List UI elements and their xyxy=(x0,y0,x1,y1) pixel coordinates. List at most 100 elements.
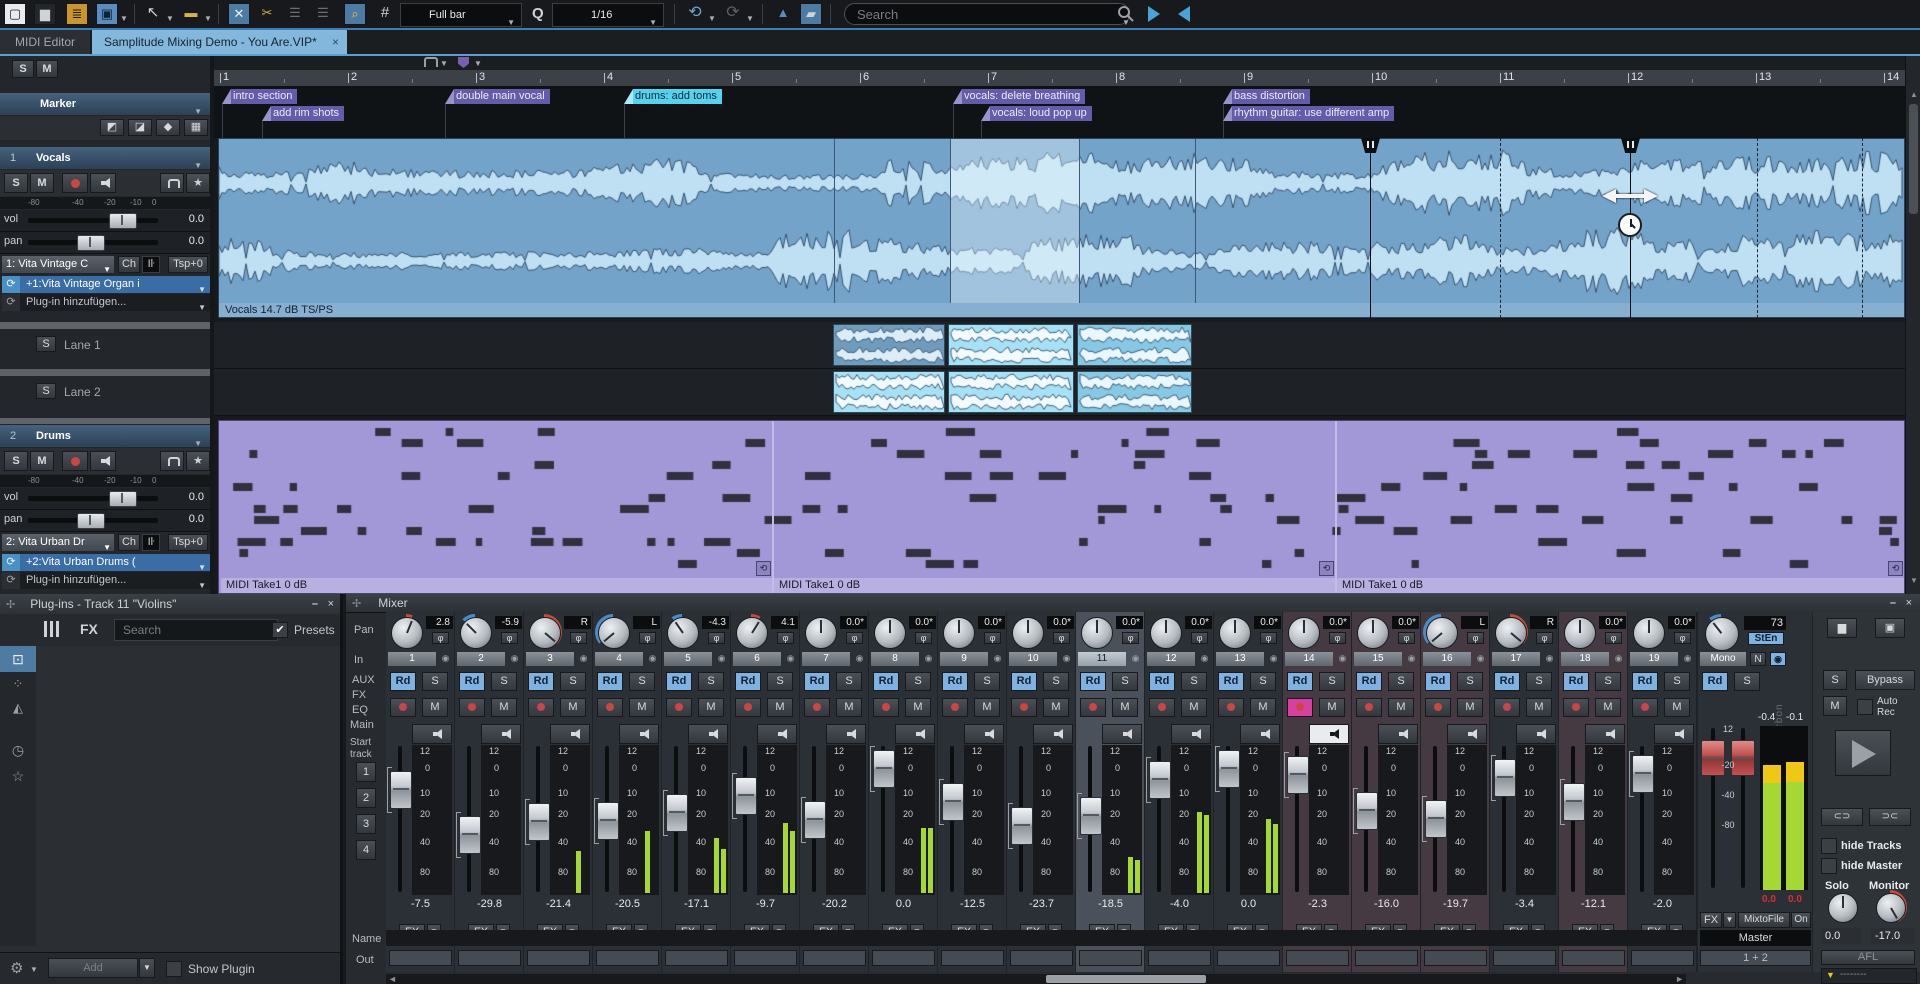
mixer-channel-strip[interactable]: 0.0*φ18◉RdSM12010204080-12.1FX▼ xyxy=(1559,612,1628,972)
lane-take-clip[interactable] xyxy=(948,371,1074,413)
input-monitor-icon[interactable]: ◉ xyxy=(714,652,729,666)
pan-knob[interactable] xyxy=(595,614,631,650)
transpose-button[interactable]: Tsp+0 xyxy=(168,534,208,551)
master-fader-left[interactable] xyxy=(1701,740,1725,776)
channel-monitor-button[interactable] xyxy=(757,724,797,744)
track-record-button[interactable] xyxy=(62,451,88,471)
volume-fader[interactable] xyxy=(1287,756,1309,794)
channel-monitor-button[interactable] xyxy=(1240,724,1280,744)
out-select[interactable] xyxy=(596,950,659,966)
track-pan-slider[interactable] xyxy=(77,235,105,251)
solo-button[interactable]: S xyxy=(1319,672,1345,691)
out-select[interactable] xyxy=(389,950,452,966)
record-button[interactable] xyxy=(459,698,485,717)
bypass-button[interactable]: Bypass xyxy=(1855,670,1915,690)
channel-monitor-button[interactable] xyxy=(1102,724,1142,744)
align-group-icon[interactable]: ☰ xyxy=(312,3,334,25)
pan-knob[interactable] xyxy=(802,614,838,650)
mixer-channel-strip[interactable]: Rφ3◉RdSM12010204080-21.4FX▼ xyxy=(524,612,593,972)
out-select[interactable] xyxy=(527,950,590,966)
mute-button[interactable]: M xyxy=(491,698,517,717)
start-track-button[interactable]: 2 xyxy=(356,788,376,808)
out-select[interactable] xyxy=(941,950,1004,966)
record-ready-button[interactable]: Rd xyxy=(528,672,554,691)
phase-button[interactable]: φ xyxy=(570,632,587,644)
phase-button[interactable]: φ xyxy=(1467,632,1484,644)
volume-fader[interactable] xyxy=(942,783,964,821)
phase-button[interactable]: φ xyxy=(432,632,449,644)
cursor-tool-icon[interactable]: ↖ xyxy=(142,3,164,25)
align-objects-icon[interactable]: ☰ xyxy=(284,3,306,25)
load-mixer-icon[interactable]: ▆ xyxy=(1827,618,1857,638)
pan-knob[interactable] xyxy=(1078,614,1114,650)
clip-grip-icon[interactable]: ⟲ xyxy=(756,561,771,576)
mixer-channel-strip[interactable]: 0.0*φ19◉RdSM12010204080-2.0FX▼ xyxy=(1628,612,1697,972)
search-next-icon[interactable] xyxy=(1148,6,1160,22)
record-button[interactable] xyxy=(1563,698,1589,717)
marker-list-icon[interactable]: ▦ xyxy=(184,119,208,136)
snap-magnet-icon[interactable]: ⌕ xyxy=(344,3,366,25)
phase-button[interactable]: φ xyxy=(1191,632,1208,644)
phase-button[interactable]: φ xyxy=(984,632,1001,644)
mute-button[interactable]: M xyxy=(1250,698,1276,717)
phase-button[interactable]: φ xyxy=(915,632,932,644)
mute-button[interactable]: M xyxy=(767,698,793,717)
record-button[interactable] xyxy=(1494,698,1520,717)
phase-button[interactable]: φ xyxy=(501,632,518,644)
volume-fader[interactable] xyxy=(1149,761,1171,799)
mixer-channel-strip[interactable]: 4.1φ6◉RdSM12010204080-9.7FX▼ xyxy=(731,612,800,972)
out-select[interactable] xyxy=(665,950,728,966)
lane-take-clip[interactable] xyxy=(833,324,945,366)
record-ready-button[interactable]: Rd xyxy=(1702,672,1728,691)
plugin-dropdown-icon[interactable]: ▼ xyxy=(198,299,206,316)
instrument-plugin-row[interactable]: ⟳+2:Vita Urban Drums (▼ xyxy=(2,554,210,571)
mixer-channel-strip[interactable]: 0.0*φ11◉RdSM12010204080-18.5FX▼ xyxy=(1076,612,1145,972)
redo-icon[interactable]: ⟳ xyxy=(722,3,744,25)
record-button[interactable] xyxy=(735,698,761,717)
out-select[interactable] xyxy=(1148,950,1211,966)
snap-mode-select[interactable]: Full bar ▼ xyxy=(400,3,522,27)
phase-button[interactable]: φ xyxy=(777,632,794,644)
volume-fader[interactable] xyxy=(528,803,550,841)
mute-button[interactable]: M xyxy=(1112,698,1138,717)
master-out-select[interactable]: 1 + 2 xyxy=(1700,950,1811,966)
fx-dropdown-icon[interactable]: ▼ xyxy=(1723,912,1736,928)
channel-monitor-button[interactable] xyxy=(1654,724,1694,744)
monitor-knob[interactable] xyxy=(1873,890,1907,924)
volume-fader[interactable] xyxy=(873,750,895,788)
solo-button[interactable]: S xyxy=(1595,672,1621,691)
volume-fader[interactable] xyxy=(666,794,688,832)
record-ready-button[interactable]: Rd xyxy=(390,672,416,691)
pan-knob[interactable] xyxy=(1216,614,1252,650)
open-project-icon[interactable]: ▆ xyxy=(34,3,56,25)
lock-dropdown-icon[interactable]: ▼ xyxy=(440,59,448,68)
channel-monitor-button[interactable] xyxy=(895,724,935,744)
track-fav-button[interactable]: ★ xyxy=(186,173,210,193)
solo-button[interactable]: S xyxy=(1112,672,1138,691)
marker-out-icon[interactable]: ◪ xyxy=(128,119,152,136)
gear-icon[interactable]: ⚙ xyxy=(10,959,23,977)
scroll-up-icon[interactable]: ▲ xyxy=(1910,90,1918,99)
solo-button[interactable]: S xyxy=(1043,672,1069,691)
pan-knob[interactable] xyxy=(733,614,769,650)
master-pan-knob[interactable] xyxy=(1702,614,1740,652)
solo-button[interactable]: S xyxy=(836,672,862,691)
timeline-ruler[interactable]: 1234567891011121314 xyxy=(214,70,1905,87)
mute-button[interactable]: M xyxy=(1595,698,1621,717)
record-ready-button[interactable]: Rd xyxy=(666,672,692,691)
record-ready-button[interactable]: Rd xyxy=(873,672,899,691)
record-button[interactable] xyxy=(666,698,692,717)
crossfade-editor-icon[interactable]: ✂ xyxy=(256,3,278,25)
pan-knob[interactable] xyxy=(1009,614,1045,650)
input-monitor-icon[interactable]: ◉ xyxy=(1680,652,1695,666)
gear-dropdown-icon[interactable]: ▼ xyxy=(30,965,38,974)
out-select[interactable] xyxy=(803,950,866,966)
mute-button[interactable]: M xyxy=(1526,698,1552,717)
solo-button[interactable]: S xyxy=(560,672,586,691)
out-select[interactable] xyxy=(1562,950,1625,966)
out-select[interactable] xyxy=(1079,950,1142,966)
out-select[interactable] xyxy=(1217,950,1280,966)
input-monitor-icon[interactable]: ◉ xyxy=(1473,652,1488,666)
track-monitor-button[interactable] xyxy=(90,451,116,471)
volume-fader[interactable] xyxy=(597,802,619,840)
